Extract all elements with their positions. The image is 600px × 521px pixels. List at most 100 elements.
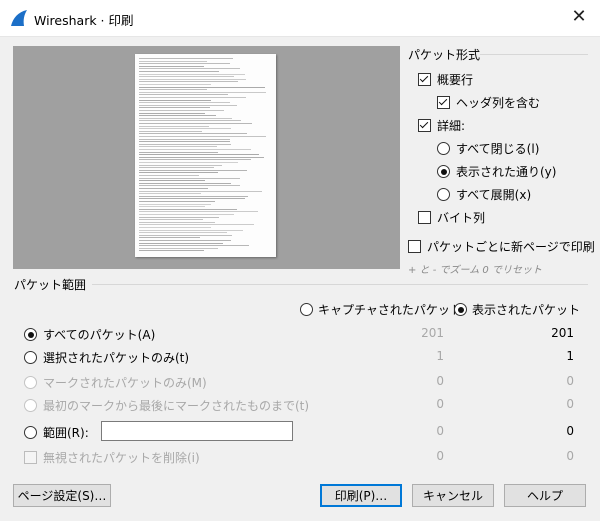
preview-text-line — [139, 130, 203, 132]
preview-page — [135, 54, 276, 257]
remove-ignored-checkbox[interactable] — [24, 451, 37, 464]
all-packets-radio[interactable] — [24, 328, 37, 341]
page-setup-button[interactable]: ページ設定(S)… — [13, 484, 111, 507]
first-last-displayed-count: 0 — [566, 397, 574, 411]
preview-text-line — [139, 89, 208, 91]
preview-text-line — [139, 97, 247, 98]
preview-text-line — [139, 208, 237, 210]
preview-text-line — [139, 185, 241, 187]
group-divider — [92, 284, 588, 285]
range-captured-count: 0 — [436, 424, 444, 438]
displayed-label: 表示されたパケット — [472, 303, 581, 317]
all-packets-label: すべてのパケット(A) — [43, 328, 156, 342]
summary-checkbox[interactable] — [418, 73, 431, 86]
packet-range-header: パケット範囲 — [14, 278, 87, 292]
expand-all-label: すべて展開(x) — [456, 188, 532, 202]
all-displayed-count: 201 — [551, 326, 574, 340]
preview-text-line — [139, 167, 215, 169]
as-displayed-label: 表示された通り(y) — [456, 165, 557, 179]
preview-text-line — [139, 76, 234, 78]
expand-all-radio[interactable] — [437, 188, 450, 201]
include-header-label: ヘッダ列を含む — [456, 96, 541, 110]
range-displayed-count: 0 — [566, 424, 574, 438]
details-checkbox[interactable] — [418, 119, 431, 132]
preview-text-line — [139, 68, 241, 70]
preview-text-line — [139, 211, 259, 213]
preview-text-line — [139, 229, 243, 231]
new-page-checkbox[interactable] — [408, 240, 421, 253]
preview-text-line — [139, 104, 238, 106]
preview-text-line — [139, 188, 208, 189]
ignored-captured-count: 0 — [436, 449, 444, 463]
print-button[interactable]: 印刷(P)… — [320, 484, 402, 507]
preview-text-line — [139, 180, 206, 182]
close-icon[interactable]: ✕ — [568, 6, 590, 28]
help-button[interactable]: ヘルプ — [504, 484, 586, 507]
new-page-label: パケットごとに新ページで印刷 — [427, 240, 595, 254]
zoom-hint: + と - でズーム 0 でリセット — [408, 265, 542, 276]
preview-text-line — [139, 172, 218, 174]
preview-text-line — [139, 125, 209, 127]
preview-text-line — [139, 232, 228, 234]
marked-only-radio[interactable] — [24, 376, 37, 389]
preview-text-line — [139, 175, 200, 176]
group-divider — [480, 54, 588, 55]
bytes-label: バイト列 — [437, 211, 486, 225]
preview-text-line — [139, 136, 266, 137]
displayed-radio[interactable] — [454, 303, 467, 316]
preview-text-line — [139, 156, 264, 158]
preview-text-line — [139, 115, 216, 117]
preview-text-line — [139, 107, 210, 109]
selected-only-radio[interactable] — [24, 351, 37, 364]
first-to-last-marked-radio[interactable] — [24, 399, 37, 412]
cancel-button[interactable]: キャンセル — [412, 484, 494, 507]
preview-text-line — [139, 112, 205, 114]
preview-text-line — [139, 141, 230, 143]
preview-text-line — [139, 227, 211, 228]
preview-text-line — [139, 169, 247, 171]
marked-captured-count: 0 — [436, 374, 444, 388]
preview-text-line — [139, 182, 231, 184]
preview-text-line — [139, 216, 219, 218]
preview-text-line — [139, 63, 231, 65]
preview-text-line — [139, 224, 255, 226]
ignored-displayed-count: 0 — [566, 449, 574, 463]
preview-text-line — [139, 193, 201, 195]
captured-label: キャプチャされたパケット — [318, 303, 462, 317]
preview-text-line — [139, 247, 218, 249]
as-displayed-radio[interactable] — [437, 165, 450, 178]
preview-text-line — [139, 154, 260, 156]
preview-text-line — [139, 242, 223, 244]
bytes-checkbox[interactable] — [418, 211, 431, 224]
preview-text-line — [139, 81, 239, 83]
preview-text-line — [139, 91, 266, 93]
preview-text-line — [139, 133, 247, 135]
preview-text-line — [139, 120, 242, 122]
preview-text-line — [139, 234, 233, 236]
range-label: 範囲(R): — [43, 426, 89, 440]
preview-text-line — [139, 138, 230, 140]
preview-text-line — [139, 58, 234, 59]
preview-text-line — [139, 240, 231, 241]
first-to-last-marked-label: 最初のマークから最後にマークされたものまで(t) — [43, 399, 310, 413]
details-label: 詳細: — [437, 119, 466, 133]
preview-text-line — [139, 190, 262, 192]
preview-text-line — [139, 203, 211, 205]
preview-text-line — [139, 151, 218, 153]
collapse-all-radio[interactable] — [437, 142, 450, 155]
preview-text-line — [139, 86, 265, 88]
preview-text-line — [139, 214, 234, 215]
preview-text-line — [139, 102, 231, 104]
range-input[interactable] — [101, 421, 293, 441]
preview-text-line — [139, 84, 212, 85]
include-header-checkbox[interactable] — [437, 96, 450, 109]
preview-text-line — [139, 123, 253, 124]
captured-radio[interactable] — [300, 303, 313, 316]
range-radio[interactable] — [24, 426, 37, 439]
selected-captured-count: 1 — [436, 349, 444, 363]
preview-text-line — [139, 250, 205, 252]
window-title: Wireshark · 印刷 — [34, 13, 134, 28]
marked-only-label: マークされたパケットのみ(M) — [43, 376, 207, 390]
preview-text-line — [139, 237, 200, 239]
wireshark-fin-icon — [11, 10, 27, 26]
